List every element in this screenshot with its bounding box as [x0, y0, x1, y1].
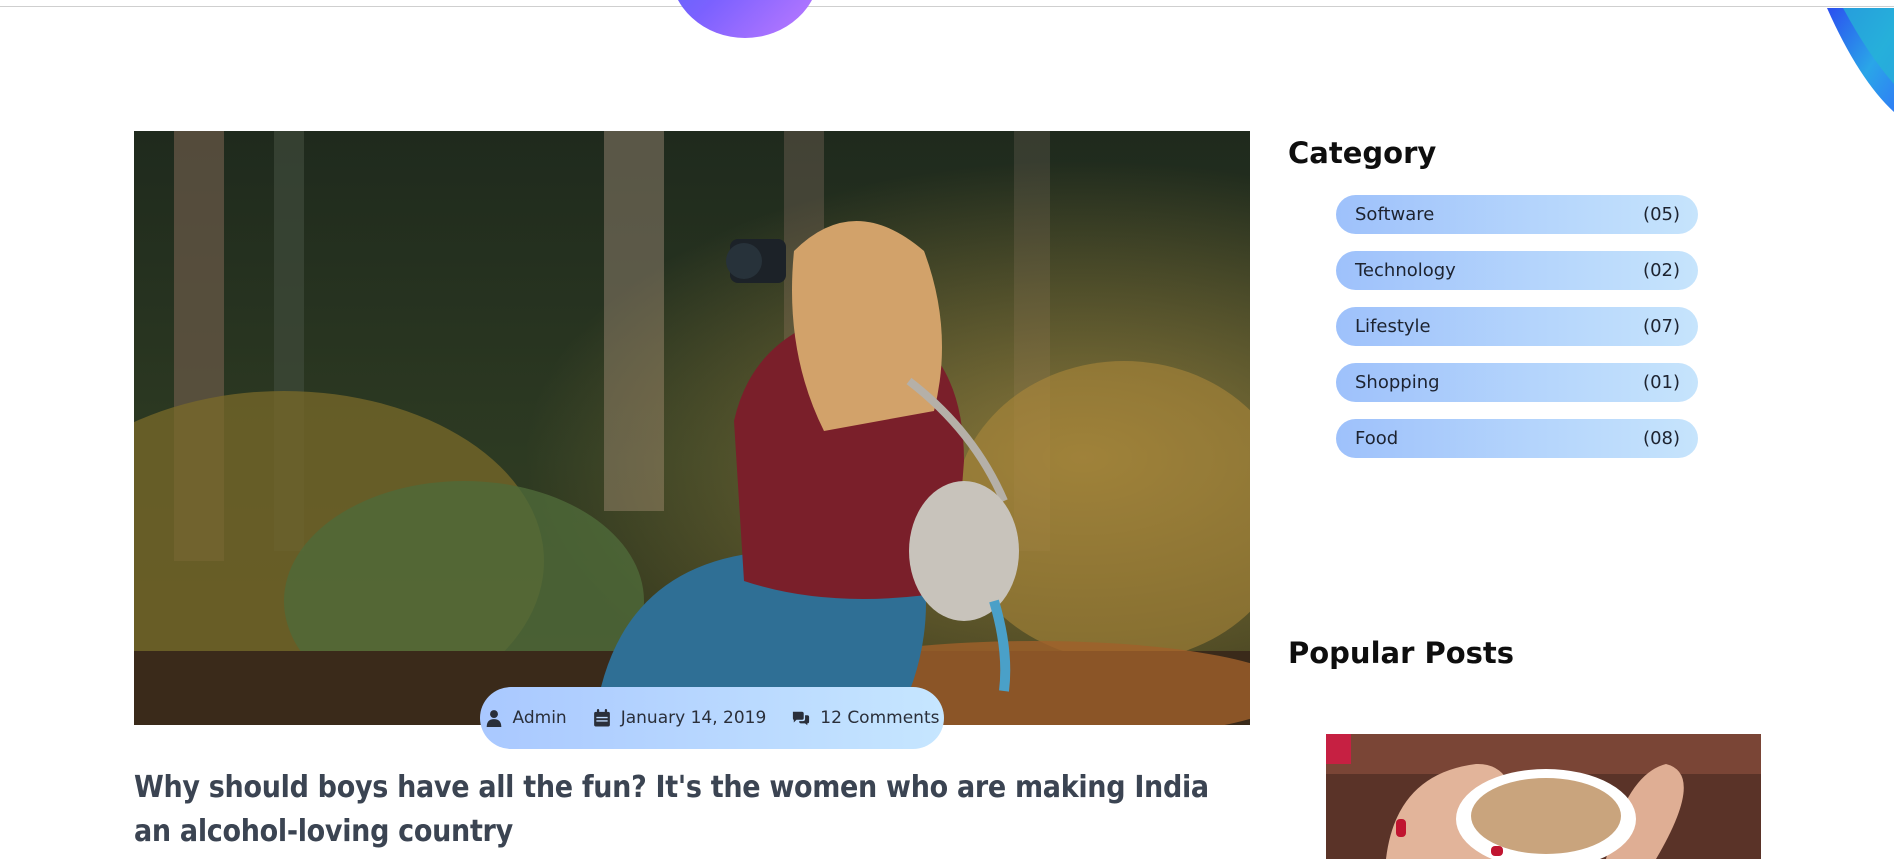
- category-count: (08): [1643, 428, 1680, 449]
- category-item-lifestyle[interactable]: Lifestyle (07): [1336, 307, 1698, 346]
- post-author-label: Admin: [512, 708, 567, 728]
- post-author[interactable]: Admin: [485, 708, 567, 728]
- post-comments-label: 12 Comments: [820, 708, 940, 728]
- category-widget-title: Category: [1288, 136, 1437, 170]
- category-count: (01): [1643, 372, 1680, 393]
- post-date[interactable]: January 14, 2019: [593, 708, 767, 728]
- category-item-technology[interactable]: Technology (02): [1336, 251, 1698, 290]
- category-label: Shopping: [1355, 372, 1440, 393]
- post-comments[interactable]: 12 Comments: [792, 708, 939, 728]
- post-meta-bar: Admin January 14, 2019 12 Comments: [480, 687, 944, 749]
- category-count: (07): [1643, 316, 1680, 337]
- category-count: (05): [1643, 204, 1680, 225]
- calendar-icon: [593, 709, 610, 727]
- comments-icon: [793, 711, 810, 726]
- category-label: Food: [1355, 428, 1399, 449]
- category-label: Lifestyle: [1355, 316, 1431, 337]
- user-icon: [486, 710, 501, 727]
- category-label: Technology: [1355, 260, 1456, 281]
- decorative-corner-shape: [1827, 8, 1894, 112]
- post-title[interactable]: Why should boys have all the fun? It's t…: [134, 766, 1244, 854]
- category-list: Software (05) Technology (02) Lifestyle …: [1336, 195, 1698, 475]
- top-rule: [0, 6, 1894, 7]
- featured-post-image[interactable]: [134, 131, 1250, 725]
- popular-post-thumbnail[interactable]: [1326, 734, 1761, 859]
- category-item-software[interactable]: Software (05): [1336, 195, 1698, 234]
- popular-posts-widget-title: Popular Posts: [1288, 636, 1515, 670]
- category-item-food[interactable]: Food (08): [1336, 419, 1698, 458]
- category-count: (02): [1643, 260, 1680, 281]
- category-item-shopping[interactable]: Shopping (01): [1336, 363, 1698, 402]
- post-date-label: January 14, 2019: [620, 708, 767, 728]
- category-label: Software: [1355, 204, 1435, 225]
- decorative-circle: [670, 0, 820, 38]
